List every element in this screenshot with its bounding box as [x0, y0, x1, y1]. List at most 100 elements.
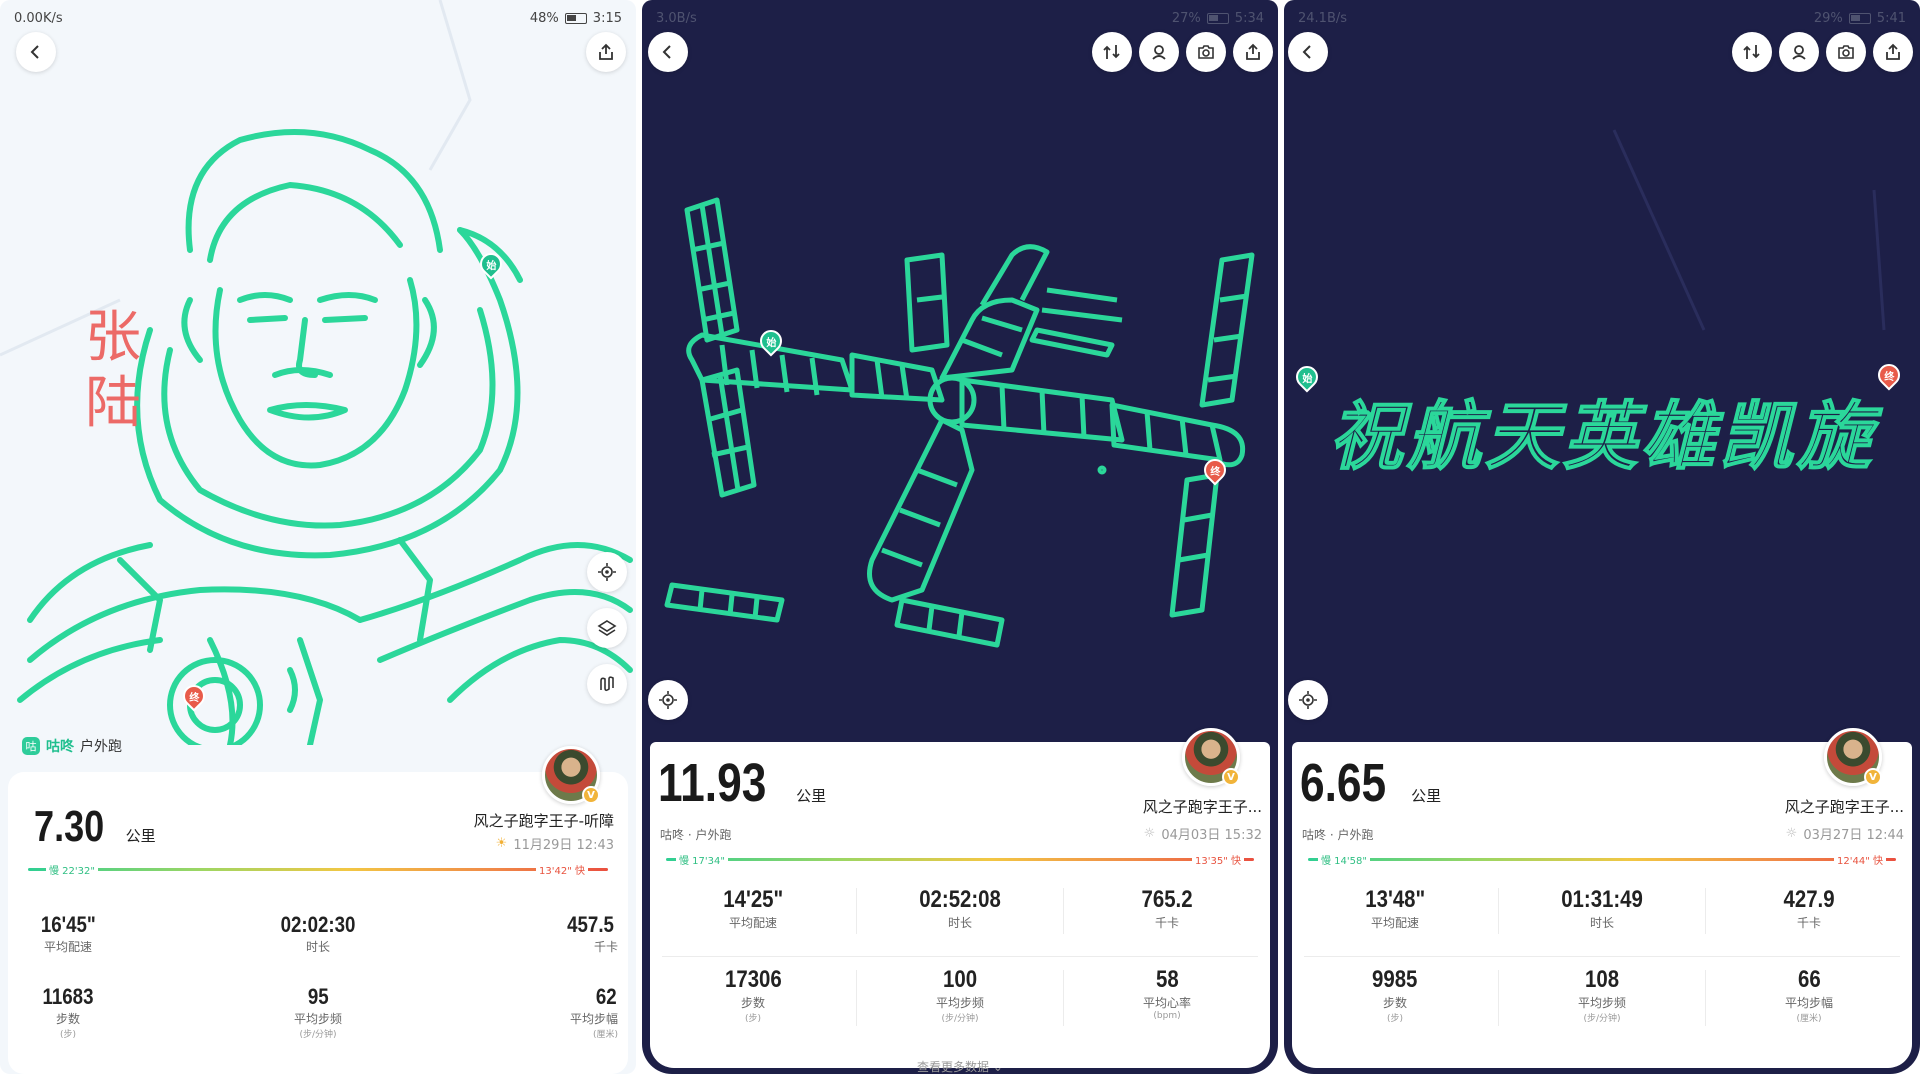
track-icon: [1792, 45, 1806, 60]
stat-stride: 62 平均步幅 (厘米): [569, 984, 618, 1040]
stat-cadence: 95 平均步频 (步/分钟): [293, 984, 342, 1040]
distance-value: 7.30: [34, 802, 105, 851]
run-screen-1: 0.00K/s 48% 3:15 张 陆 始 终 咕 咕咚 户外跑 V 7.30…: [0, 0, 636, 1074]
sun-icon: ☼: [1143, 826, 1156, 841]
activity-type: 咕咚 · 户外跑: [1302, 828, 1374, 842]
divider: [1498, 970, 1499, 1026]
stat-cadence: 100 平均步频 (步/分钟): [935, 966, 984, 1024]
back-icon: [30, 45, 39, 59]
locate-icon: [598, 563, 616, 581]
run-screen-2: 3.0B/s 27% 5:34 始 终 V 11.93 公里 咕咚 · 户外跑 …: [642, 0, 1278, 1074]
run-screen-3: 24.1B/s 29% 5:41 祝航天英雄凯旋 始 终 V 6.65 公里 咕…: [1284, 0, 1920, 1074]
camera-button[interactable]: [1186, 32, 1226, 72]
back-icon: [662, 45, 671, 59]
stat-heart-rate: 58 平均心率 (bpm): [1142, 966, 1191, 1021]
avatar[interactable]: V: [1824, 728, 1882, 786]
pace-gradient-bar: [666, 858, 1254, 861]
stat-duration: 02:02:30 时长: [280, 912, 356, 954]
brand-logo-icon: 咕: [22, 737, 40, 755]
route-map[interactable]: 始 终: [642, 0, 1278, 745]
divider: [856, 970, 857, 1026]
locate-button[interactable]: [587, 552, 627, 592]
share-button[interactable]: [1233, 32, 1273, 72]
distance-unit: 公里: [796, 787, 827, 805]
stat-steps: 17306 步数 (步): [724, 966, 782, 1024]
activity-type: 咕咚 · 户外跑: [660, 828, 732, 842]
activity-type: 户外跑: [80, 739, 122, 755]
route-button[interactable]: [587, 664, 627, 704]
distance-unit: 公里: [125, 827, 156, 845]
stat-duration: 02:52:08 时长: [919, 886, 1001, 930]
divider: [856, 888, 857, 934]
stat-avg-pace: 13'48" 平均配速: [1365, 886, 1425, 930]
route-switch-icon: [1743, 45, 1760, 59]
route-icon: [600, 676, 614, 692]
avatar[interactable]: V: [542, 746, 600, 804]
track-button[interactable]: [1139, 32, 1179, 72]
share-button[interactable]: [1873, 32, 1913, 72]
run-date: ☀ 11月29日 12:43: [495, 836, 614, 853]
locate-button[interactable]: [1288, 680, 1328, 720]
stat-avg-pace: 14'25" 平均配速: [723, 886, 783, 930]
back-button[interactable]: [1288, 32, 1328, 72]
brand-name: 咕咚: [46, 739, 74, 755]
layers-button[interactable]: [587, 608, 627, 648]
pace-slowest: 慢 14'58": [1318, 852, 1370, 867]
distance-value: 6.65: [1300, 753, 1387, 813]
user-name[interactable]: 风之子跑字王子-听障: [474, 810, 614, 831]
divider: [1304, 956, 1900, 957]
verified-icon: V: [1222, 768, 1240, 786]
route-art-space-station: [664, 197, 1255, 648]
stat-avg-pace: 16'45" 平均配速: [40, 912, 96, 954]
stat-calories: 427.9 千卡: [1783, 886, 1835, 930]
pace-gradient-bar: [28, 868, 608, 871]
distance-value: 11.93: [658, 753, 767, 813]
verified-icon: V: [582, 786, 600, 804]
route-art-calligraphy: 祝航天英雄凯旋: [1327, 129, 1886, 482]
stat-steps: 9985 步数 (步): [1372, 966, 1418, 1024]
share-icon: [1246, 43, 1260, 60]
slogan-text: 祝航天英雄凯旋: [1329, 394, 1882, 480]
track-button[interactable]: [1779, 32, 1819, 72]
avatar[interactable]: V: [1182, 728, 1240, 786]
run-date: ☼ 03月27日 12:44: [1785, 826, 1904, 843]
pace-fastest: 13'35" 快: [1192, 852, 1244, 867]
name-char: 张: [85, 305, 141, 370]
divider: [662, 956, 1258, 957]
camera-icon: [1198, 45, 1214, 59]
share-icon: [599, 43, 613, 60]
route-switch-button[interactable]: [1732, 32, 1772, 72]
divider: [1705, 888, 1706, 934]
pace-slowest: 慢 22'32": [46, 862, 98, 877]
run-date: ☼ 04月03日 15:32: [1143, 826, 1262, 843]
back-icon: [1302, 45, 1311, 59]
sun-icon: ☀: [495, 836, 508, 851]
divider: [1063, 970, 1064, 1026]
pace-fastest: 12'44" 快: [1834, 852, 1886, 867]
pace-gradient-bar: [1308, 858, 1896, 861]
distance: 6.65 公里: [1300, 752, 1441, 814]
route-switch-button[interactable]: [1092, 32, 1132, 72]
stat-calories: 457.5 千卡: [567, 912, 618, 954]
user-name[interactable]: 风之子跑字王子...: [1143, 796, 1262, 817]
pace-slowest: 慢 17'34": [676, 852, 728, 867]
locate-button[interactable]: [648, 680, 688, 720]
share-button[interactable]: [586, 32, 626, 72]
divider: [1705, 970, 1706, 1026]
user-name[interactable]: 风之子跑字王子...: [1785, 796, 1904, 817]
back-button[interactable]: [648, 32, 688, 72]
pace-fastest: 13'42" 快: [536, 862, 588, 877]
back-button[interactable]: [16, 32, 56, 72]
view-more-data-link[interactable]: 查看更多数据 ⌄: [650, 1058, 1270, 1074]
stat-calories: 765.2 千卡: [1141, 886, 1193, 930]
distance: 11.93 公里: [658, 752, 826, 814]
route-map[interactable]: 张 陆 始 终: [0, 0, 636, 745]
route-map[interactable]: 祝航天英雄凯旋 始 终: [1284, 0, 1920, 745]
route-switch-icon: [1103, 45, 1120, 59]
divider: [1063, 888, 1064, 934]
chevron-down-icon: ⌄: [992, 1060, 1003, 1074]
sun-icon: ☼: [1785, 826, 1798, 841]
locate-icon: [659, 691, 677, 709]
summary-card: V 6.65 公里 咕咚 · 户外跑 风之子跑字王子... ☼ 03月27日 12…: [1292, 728, 1912, 1068]
camera-button[interactable]: [1826, 32, 1866, 72]
